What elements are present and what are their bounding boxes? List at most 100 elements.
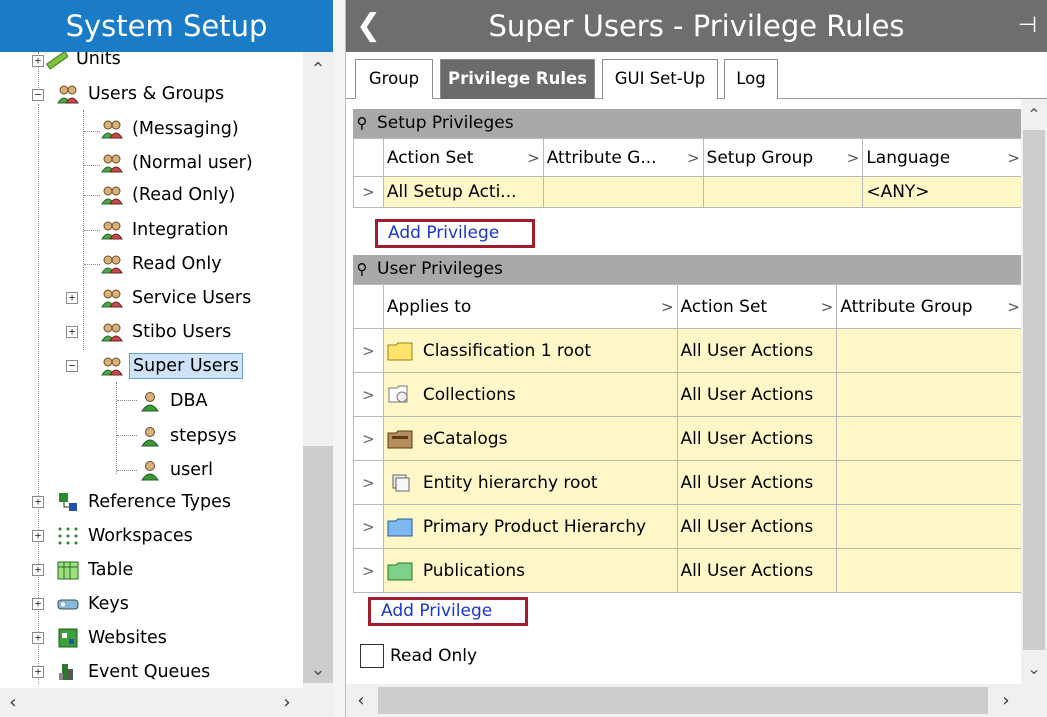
scroll-right-icon[interactable]: › xyxy=(274,688,300,717)
tree-item-table[interactable]: Table xyxy=(56,555,136,585)
expand-reference-types-toggle[interactable]: + xyxy=(32,496,44,508)
scroll-left-icon[interactable]: ‹ xyxy=(0,688,26,717)
scroll-down-icon[interactable]: ⌄ xyxy=(1021,655,1047,683)
read-only-checkbox[interactable] xyxy=(360,644,384,668)
row-expander-icon[interactable]: > xyxy=(353,372,384,417)
scroll-down-icon[interactable]: ⌄ xyxy=(303,656,333,684)
read-only-checkbox-row[interactable]: Read Only xyxy=(360,644,477,668)
cell-attribute-group[interactable] xyxy=(836,504,1021,549)
tree-item-stibo-users[interactable]: Stibo Users xyxy=(100,317,234,347)
expand-units-toggle[interactable]: + xyxy=(32,55,44,67)
cell-applies-to[interactable]: Collections xyxy=(382,372,678,417)
scroll-right-icon[interactable]: › xyxy=(991,684,1021,717)
expand-websites-toggle[interactable]: + xyxy=(32,632,44,644)
pin-section-icon[interactable]: ⚲ xyxy=(353,255,371,284)
expand-event-queues-toggle[interactable]: + xyxy=(32,666,44,678)
table-row[interactable]: > eCatalogs All User Actions xyxy=(353,416,1021,461)
row-expander-icon[interactable]: > xyxy=(353,416,384,461)
tree-item-event-queues[interactable]: Event Queues xyxy=(56,657,213,687)
table-row[interactable]: > Classification 1 root All User Actions xyxy=(353,328,1021,373)
row-expander-icon[interactable]: > xyxy=(353,504,384,549)
tree-item-reference-types[interactable]: Reference Types xyxy=(56,487,234,517)
column-header-language[interactable]: Language > xyxy=(862,138,1021,177)
tree-item-units[interactable]: Units xyxy=(44,52,124,74)
tree-item-read-only[interactable]: Read Only xyxy=(100,249,225,279)
content-horizontal-scrollbar[interactable]: ‹ › xyxy=(346,684,1021,717)
cell-action-set[interactable]: All Setup Acti... xyxy=(382,176,544,208)
panel-divider[interactable] xyxy=(333,0,346,717)
add-setup-privilege-button[interactable]: Add Privilege xyxy=(375,219,535,248)
cell-action-set[interactable]: All User Actions xyxy=(676,372,838,417)
table-row[interactable]: > Publications All User Actions xyxy=(353,548,1021,593)
scroll-left-icon[interactable]: ‹ xyxy=(346,684,376,717)
scroll-thumb[interactable] xyxy=(378,687,988,714)
tree-item-normal-user[interactable]: (Normal user) xyxy=(100,148,256,178)
tree-item-messaging[interactable]: (Messaging) xyxy=(100,114,242,144)
tree-item-service-users[interactable]: Service Users xyxy=(100,283,254,313)
column-header-setup-group[interactable]: Setup Group > xyxy=(702,138,864,177)
cell-action-set[interactable]: All User Actions xyxy=(676,460,838,505)
cell-attribute-group[interactable] xyxy=(836,416,1021,461)
tree-item-userl[interactable]: userl xyxy=(138,455,216,485)
cell-action-set[interactable]: All User Actions xyxy=(676,548,838,593)
cell-applies-to[interactable]: Publications xyxy=(382,548,678,593)
table-row[interactable]: > All Setup Acti... <ANY> xyxy=(353,176,1021,208)
table-row[interactable]: > Collections All User Actions xyxy=(353,372,1021,417)
row-expander-icon[interactable]: > xyxy=(353,176,384,208)
tree-item-super-users[interactable]: Super Users xyxy=(100,351,243,381)
cell-action-set[interactable]: All User Actions xyxy=(676,416,838,461)
user-privileges-header[interactable]: ⚲ User Privileges xyxy=(353,255,1021,284)
tree-vertical-scrollbar[interactable]: ⌃ ⌄ xyxy=(303,52,333,688)
tab-privilege-rules[interactable]: Privilege Rules xyxy=(440,59,595,99)
cell-action-set[interactable]: All User Actions xyxy=(676,328,838,373)
table-row[interactable]: > Primary Product Hierarchy All User Act… xyxy=(353,504,1021,549)
expand-stibo-users-toggle[interactable]: + xyxy=(66,326,78,338)
tree-item-integration[interactable]: Integration xyxy=(100,215,231,245)
cell-setup-group[interactable] xyxy=(702,176,864,208)
add-user-privilege-button[interactable]: Add Privilege xyxy=(368,597,528,626)
pin-section-icon[interactable]: ⚲ xyxy=(353,109,371,138)
tab-group[interactable]: Group xyxy=(355,59,433,99)
cell-attribute-group[interactable] xyxy=(836,372,1021,417)
scroll-up-icon[interactable]: ⌃ xyxy=(303,56,333,84)
collapse-super-users-toggle[interactable]: − xyxy=(66,360,78,372)
scroll-thumb[interactable] xyxy=(1023,130,1045,650)
cell-applies-to[interactable]: Classification 1 root xyxy=(382,328,678,373)
tree-item-workspaces[interactable]: Workspaces xyxy=(56,521,196,551)
tab-gui-setup[interactable]: GUI Set-Up xyxy=(602,59,718,99)
content-vertical-scrollbar[interactable]: ⌃ ⌄ xyxy=(1021,99,1047,684)
column-header-attribute-group[interactable]: Attribute G... > xyxy=(542,138,704,177)
cell-applies-to[interactable]: Entity hierarchy root xyxy=(382,460,678,505)
expand-keys-toggle[interactable]: + xyxy=(32,598,44,610)
tree-item-keys[interactable]: Keys xyxy=(56,589,132,619)
tab-log[interactable]: Log xyxy=(724,59,778,99)
cell-applies-to[interactable]: eCatalogs xyxy=(382,416,678,461)
column-header-attribute-group[interactable]: Attribute Group > xyxy=(836,284,1021,329)
cell-attribute-group[interactable] xyxy=(836,548,1021,593)
row-expander-icon[interactable]: > xyxy=(353,328,384,373)
row-expander-icon[interactable]: > xyxy=(353,548,384,593)
column-header-applies-to[interactable]: Applies to > xyxy=(382,284,678,329)
back-arrow-icon[interactable]: ❮ xyxy=(356,0,386,52)
tree-item-stepsys[interactable]: stepsys xyxy=(138,421,239,451)
cell-action-set[interactable]: All User Actions xyxy=(676,504,838,549)
cell-language[interactable]: <ANY> xyxy=(862,176,1021,208)
cell-attribute-group[interactable] xyxy=(836,460,1021,505)
setup-privileges-header[interactable]: ⚲ Setup Privileges xyxy=(353,109,1021,138)
pin-icon[interactable]: ⊣ xyxy=(1018,0,1037,52)
collapse-users-groups-toggle[interactable]: − xyxy=(32,89,44,101)
table-row[interactable]: > Entity hierarchy root All User Actions xyxy=(353,460,1021,505)
cell-attribute-group[interactable] xyxy=(542,176,704,208)
cell-applies-to[interactable]: Primary Product Hierarchy xyxy=(382,504,678,549)
tree-item-websites[interactable]: Websites xyxy=(56,623,170,653)
expand-table-toggle[interactable]: + xyxy=(32,564,44,576)
row-expander-icon[interactable]: > xyxy=(353,460,384,505)
column-header-action-set[interactable]: Action Set > xyxy=(382,138,544,177)
scroll-up-icon[interactable]: ⌃ xyxy=(1021,101,1047,129)
tree-item-dba[interactable]: DBA xyxy=(138,386,210,416)
tree-item-users-groups[interactable]: Users & Groups xyxy=(56,79,227,109)
expand-workspaces-toggle[interactable]: + xyxy=(32,530,44,542)
tree-item-read-only-paren[interactable]: (Read Only) xyxy=(100,180,238,210)
tree-horizontal-scrollbar[interactable]: ‹ › xyxy=(0,688,303,717)
cell-attribute-group[interactable] xyxy=(836,328,1021,373)
